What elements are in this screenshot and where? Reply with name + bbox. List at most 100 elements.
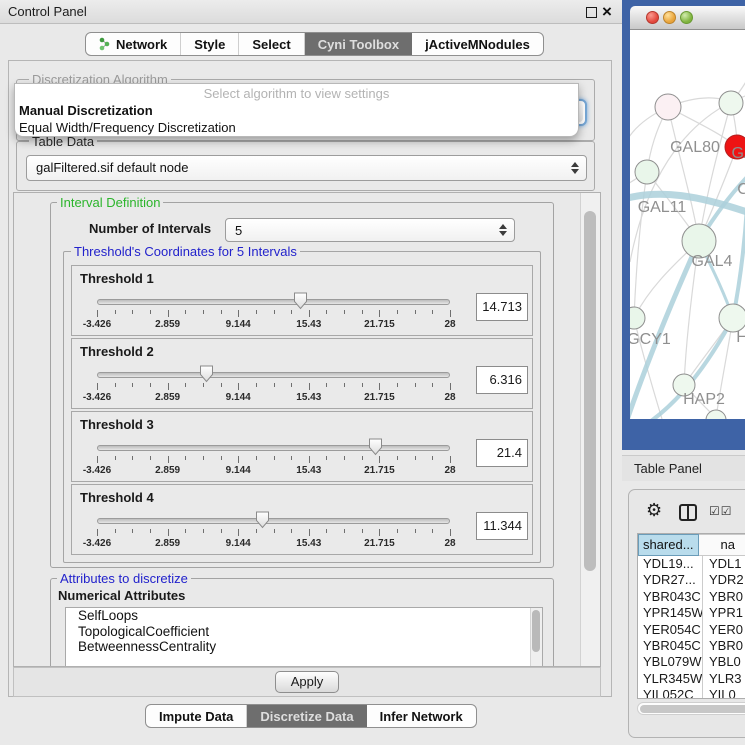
settings-scrollbar[interactable] xyxy=(580,193,600,666)
slider-thumb[interactable] xyxy=(293,292,308,310)
checkbox-icons[interactable]: ☑☑ xyxy=(709,504,733,518)
table-row[interactable]: YDR27...YDR2 xyxy=(638,572,745,588)
table-row[interactable]: YER054CYER0 xyxy=(638,622,745,638)
table-data-select[interactable]: galFiltered.sif default node xyxy=(26,155,587,181)
table-cell-shared-name: YDL19... xyxy=(638,556,703,572)
attribute-list-item[interactable]: SelfLoops xyxy=(66,608,542,624)
tick-mark xyxy=(291,456,292,460)
threshold-slider[interactable] xyxy=(97,364,450,384)
table-horizontal-scrollbar[interactable] xyxy=(637,702,745,715)
network-node[interactable] xyxy=(719,304,745,332)
threshold-panel: Threshold 4-3.4262.8599.14415.4321.71528… xyxy=(71,484,533,555)
table-row[interactable]: YPR145WYPR1 xyxy=(638,605,745,621)
network-window-titlebar xyxy=(630,6,745,30)
tick-mark xyxy=(132,310,133,314)
threshold-slider[interactable] xyxy=(97,510,450,530)
tick-mark xyxy=(432,456,433,460)
attribute-list-item[interactable]: BetweennessCentrality xyxy=(66,639,542,655)
tick-mark xyxy=(256,310,257,314)
tab-impute-data[interactable]: Impute Data xyxy=(146,705,247,727)
algorithm-settings-panel: Interval Definition Number of Intervals … xyxy=(13,192,601,667)
threshold-value-field[interactable]: 21.4 xyxy=(476,439,528,467)
attribute-list-item[interactable]: TopologicalCoefficient xyxy=(66,624,542,640)
network-node[interactable] xyxy=(719,91,743,115)
tab-discretize-data[interactable]: Discretize Data xyxy=(247,705,366,727)
table-row[interactable]: YBR043CYBR0 xyxy=(638,589,745,605)
tick-mark xyxy=(168,456,169,463)
tick-mark xyxy=(415,383,416,387)
mac-minimize-icon[interactable] xyxy=(663,11,676,24)
network-node[interactable] xyxy=(655,94,681,120)
scrollbar-thumb[interactable] xyxy=(640,705,745,713)
tick-mark xyxy=(203,310,204,314)
column-header-shared-name[interactable]: shared... xyxy=(638,534,699,556)
table-cell-name: YBR0 xyxy=(703,589,745,605)
column-header-name[interactable]: na xyxy=(699,534,745,556)
scrollbar-thumb[interactable] xyxy=(584,211,596,571)
threshold-slider[interactable] xyxy=(97,291,450,311)
slider-thumb[interactable] xyxy=(255,511,270,529)
tab-select[interactable]: Select xyxy=(239,33,304,55)
tick-mark xyxy=(150,383,151,387)
tab-jactivemnodules[interactable]: jActiveMNodules xyxy=(412,33,543,55)
network-node[interactable] xyxy=(630,307,645,329)
table-header-row: shared... na xyxy=(638,534,745,556)
tab-cyni-toolbox[interactable]: Cyni Toolbox xyxy=(305,33,412,55)
scrollbar-thumb[interactable] xyxy=(532,610,540,652)
number-of-intervals-label: Number of Intervals xyxy=(89,221,211,236)
dropdown-option-equal-width-frequency[interactable]: Equal Width/Frequency Discretization xyxy=(15,119,578,136)
float-window-icon[interactable] xyxy=(586,7,597,18)
threshold-value-field[interactable]: 11.344 xyxy=(476,512,528,540)
tick-mark xyxy=(97,383,98,390)
node-table[interactable]: shared... na YDL19...YDL1YDR27...YDR2YBR… xyxy=(637,533,745,699)
gear-icon[interactable]: ⚙ xyxy=(646,502,662,520)
combo-stepper-icon xyxy=(499,224,507,236)
tick-mark xyxy=(450,310,451,317)
split-columns-icon[interactable] xyxy=(679,504,697,521)
mac-zoom-icon[interactable] xyxy=(680,11,693,24)
threshold-value-field[interactable]: 6.316 xyxy=(476,366,528,394)
tick-mark xyxy=(450,456,451,463)
mac-close-icon[interactable] xyxy=(646,11,659,24)
slider-track xyxy=(97,299,450,305)
tick-mark xyxy=(221,456,222,460)
numerical-attributes-list[interactable]: SelfLoopsTopologicalCoefficientBetweenne… xyxy=(65,607,543,667)
threshold-label: Threshold 4 xyxy=(80,490,154,505)
table-cell-name: YDR2 xyxy=(703,572,745,588)
tick-mark xyxy=(379,529,380,536)
table-row[interactable]: YDL19...YDL1 xyxy=(638,556,745,572)
tab-network[interactable]: Network xyxy=(86,33,181,55)
network-canvas[interactable]: GAL80GACGAL11GAL4GCY1HHAP2 xyxy=(630,30,745,419)
threshold-value-field[interactable]: 14.713 xyxy=(476,293,528,321)
dropdown-option-manual-discretization[interactable]: Manual Discretization xyxy=(15,102,578,119)
table-row[interactable]: YBL079WYBL0 xyxy=(638,654,745,670)
table-row[interactable]: YIL052CYIL0 xyxy=(638,687,745,699)
slider-thumb[interactable] xyxy=(368,438,383,456)
table-row[interactable]: YBR045CYBR0 xyxy=(638,638,745,654)
tick-mark xyxy=(309,383,310,390)
table-cell-name: YER0 xyxy=(703,622,745,638)
tick-mark xyxy=(256,529,257,533)
tab-infer-network[interactable]: Infer Network xyxy=(367,705,476,727)
network-icon xyxy=(99,37,111,51)
tick-mark xyxy=(115,529,116,533)
number-of-intervals-select[interactable]: 5 xyxy=(225,218,515,242)
tab-style[interactable]: Style xyxy=(181,33,239,55)
network-node[interactable] xyxy=(635,160,659,184)
tick-mark xyxy=(291,529,292,533)
slider-thumb[interactable] xyxy=(199,365,214,383)
threshold-slider[interactable] xyxy=(97,437,450,457)
tick-label: -3.426 xyxy=(83,465,111,476)
tick-mark xyxy=(326,529,327,533)
attributes-scrollbar[interactable] xyxy=(530,608,542,666)
tab-label: Network xyxy=(116,37,167,52)
control-panel-title: Control Panel xyxy=(8,0,87,24)
slider-ticks xyxy=(97,456,450,464)
tick-mark xyxy=(291,383,292,387)
close-icon[interactable]: × xyxy=(602,0,612,24)
tick-mark xyxy=(362,310,363,314)
tick-mark xyxy=(203,383,204,387)
apply-button[interactable]: Apply xyxy=(275,671,339,693)
tick-mark xyxy=(238,456,239,463)
table-row[interactable]: YLR345WYLR3 xyxy=(638,671,745,687)
